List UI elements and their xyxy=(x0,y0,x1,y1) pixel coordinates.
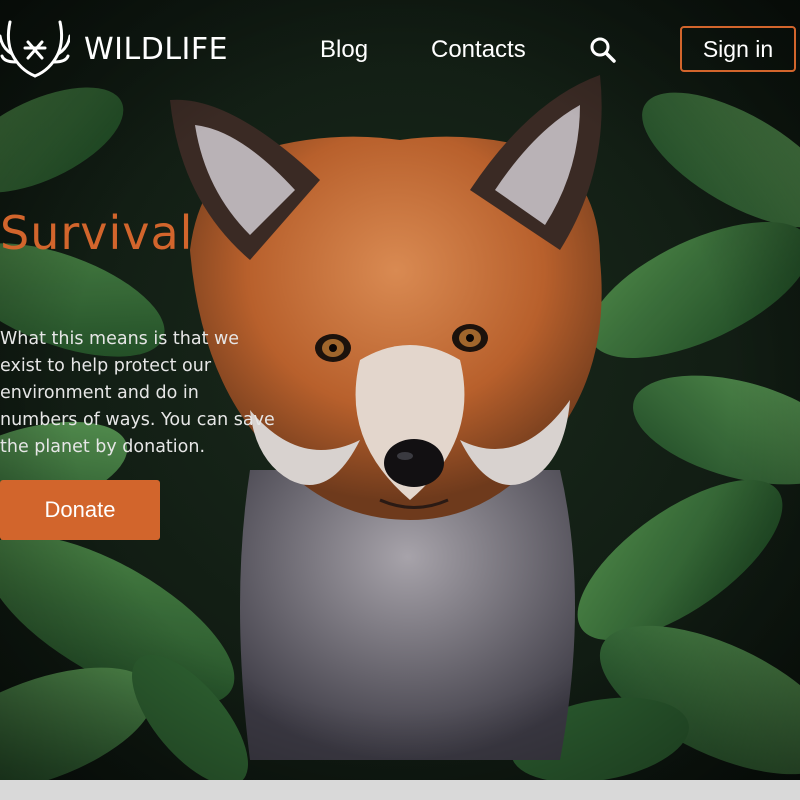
antlers-icon xyxy=(0,20,70,78)
search-icon[interactable] xyxy=(589,36,617,64)
site-header: WILDLIFE Blog Contacts Sign in xyxy=(0,0,800,100)
hero-section: WILDLIFE Blog Contacts Sign in Survival … xyxy=(0,0,800,780)
nav-link-contacts[interactable]: Contacts xyxy=(431,36,526,64)
brand-logo[interactable]: WILDLIFE xyxy=(0,18,228,80)
hero-title: Survival xyxy=(0,206,194,260)
nav-link-blog[interactable]: Blog xyxy=(320,36,368,64)
donate-button[interactable]: Donate xyxy=(0,480,160,540)
brand-name: WILDLIFE xyxy=(84,31,229,67)
footer-strip xyxy=(0,780,800,800)
page: WILDLIFE Blog Contacts Sign in Survival … xyxy=(0,0,800,800)
hero-description: What this means is that we exist to help… xyxy=(0,329,275,457)
sign-in-button[interactable]: Sign in xyxy=(680,26,796,72)
